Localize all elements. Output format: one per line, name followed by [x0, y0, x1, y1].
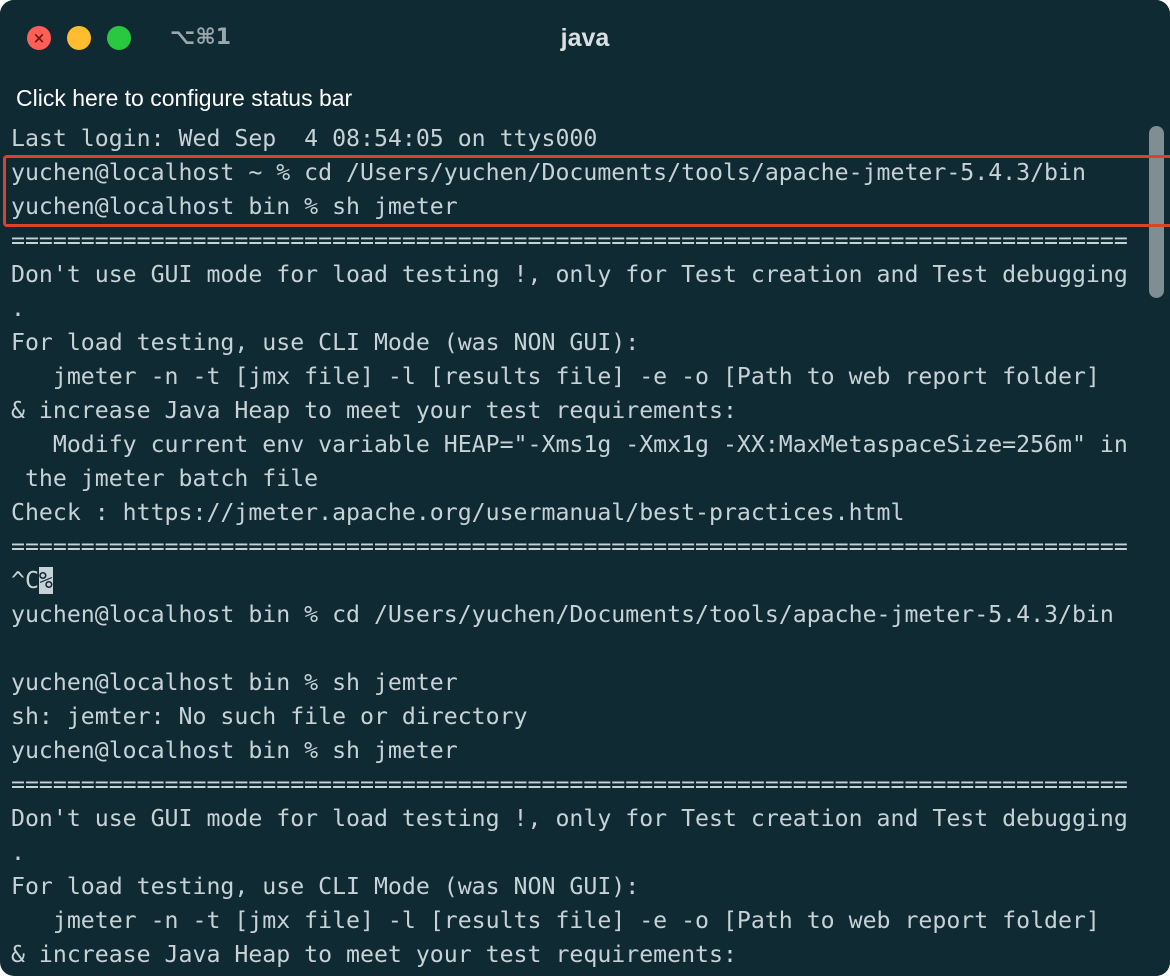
terminal-line: ========================================… — [11, 771, 1128, 798]
terminal-line: For load testing, use CLI Mode (was NON … — [11, 329, 640, 356]
terminal-line: yuchen@localhost bin % sh jmeter — [11, 193, 458, 220]
terminal-line: For load testing, use CLI Mode (was NON … — [11, 873, 640, 900]
terminal-line: ========================================… — [11, 533, 1128, 560]
close-icon: × — [32, 29, 46, 47]
terminal-line: Modify current env variable HEAP="-Xms1g… — [11, 431, 1128, 458]
terminal-line: yuchen@localhost bin % cd /Users/yuchen/… — [11, 601, 1114, 628]
terminal-line: & increase Java Heap to meet your test r… — [11, 941, 737, 968]
terminal-line: . — [11, 839, 25, 866]
terminal-line: jmeter -n -t [jmx file] -l [results file… — [11, 907, 1100, 934]
terminal-line: yuchen@localhost bin % sh jemter — [11, 669, 458, 696]
terminal-output[interactable]: Last login: Wed Sep 4 08:54:05 on ttys00… — [0, 121, 1140, 976]
terminal-line: yuchen@localhost bin % sh jmeter — [11, 737, 458, 764]
cursor-block: % — [38, 567, 53, 594]
terminal-line: sh: jemter: No such file or directory — [11, 703, 528, 730]
terminal-line: Don't use GUI mode for load testing !, o… — [11, 805, 1128, 832]
terminal-line: jmeter -n -t [jmx file] -l [results file… — [11, 363, 1100, 390]
terminal-window: × ⌥⌘1 java Click here to configure statu… — [0, 0, 1170, 976]
status-bar-label[interactable]: Click here to configure status bar — [16, 82, 352, 114]
terminal-line: ========================================… — [11, 227, 1128, 254]
zoom-button[interactable] — [107, 26, 131, 50]
minimize-button[interactable] — [67, 26, 91, 50]
interrupt-text: ^C — [11, 567, 39, 594]
terminal-line: yuchen@localhost ~ % cd /Users/yuchen/Do… — [11, 159, 1086, 186]
terminal-line: . — [11, 295, 25, 322]
title-bar[interactable]: × ⌥⌘1 java — [0, 0, 1170, 76]
status-bar[interactable]: Click here to configure status bar — [0, 76, 1170, 120]
terminal-line: Check : https://jmeter.apache.org/userma… — [11, 499, 905, 526]
terminal-line: the jmeter batch file — [11, 465, 319, 492]
terminal-line-interrupt: ^C% — [11, 564, 53, 598]
close-button[interactable]: × — [27, 26, 51, 50]
scrollbar-thumb[interactable] — [1149, 126, 1164, 298]
terminal-line: & increase Java Heap to meet your test r… — [11, 397, 737, 424]
terminal-line: Last login: Wed Sep 4 08:54:05 on ttys00… — [11, 125, 598, 152]
terminal-line: Don't use GUI mode for load testing !, o… — [11, 261, 1128, 288]
window-shortcut: ⌥⌘1 — [170, 25, 232, 50]
